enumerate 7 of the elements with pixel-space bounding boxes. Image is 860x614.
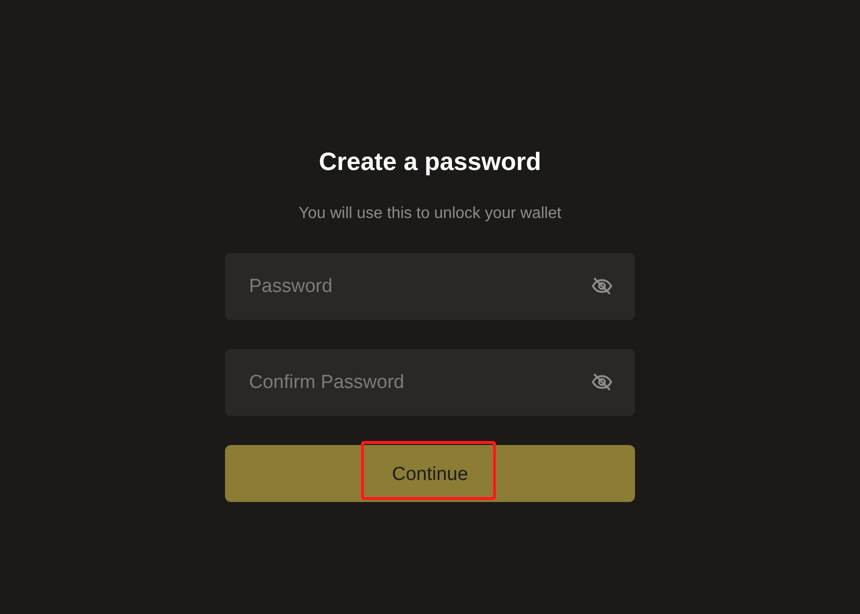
subtitle: You will use this to unlock your wallet	[298, 205, 562, 223]
continue-button[interactable]: Continue	[225, 445, 635, 502]
password-field[interactable]: Password	[225, 253, 635, 320]
page-title: Create a password	[318, 148, 542, 177]
password-field[interactable]: Confirm Password	[225, 349, 635, 416]
eye-slash-icon[interactable]	[591, 275, 613, 297]
eye-slash-icon[interactable]	[591, 371, 613, 393]
